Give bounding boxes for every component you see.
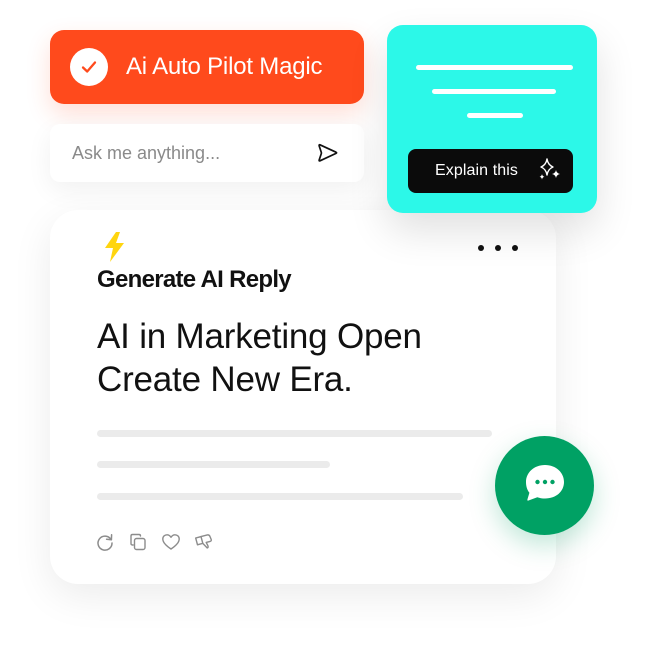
- check-icon: [70, 48, 108, 86]
- more-dot: [478, 245, 484, 251]
- auto-pilot-button[interactable]: Ai Auto Pilot Magic: [50, 30, 364, 104]
- text-line: [467, 113, 523, 118]
- dislike-icon[interactable]: [194, 532, 214, 552]
- ask-input[interactable]: [72, 142, 312, 164]
- reply-title: Generate AI Reply: [97, 266, 292, 293]
- ai-reply-card: Generate AI Reply AI in Marketing Open C…: [50, 210, 556, 584]
- explain-card: Explain this: [387, 25, 597, 213]
- explain-this-label: Explain this: [435, 162, 519, 179]
- regenerate-icon[interactable]: [95, 532, 115, 552]
- placeholder-line: [97, 461, 330, 468]
- placeholder-line: [97, 493, 463, 500]
- auto-pilot-label: Ai Auto Pilot Magic: [126, 53, 323, 80]
- sparkle-icon: [537, 157, 563, 183]
- app-canvas: Ai Auto Pilot Magic Explain this: [0, 0, 647, 661]
- ask-input-box: [50, 124, 364, 182]
- send-icon[interactable]: [312, 137, 344, 169]
- lightning-icon: [98, 230, 132, 264]
- more-dot: [512, 245, 518, 251]
- reply-body: AI in Marketing Open Create New Era.: [97, 317, 422, 399]
- reply-actions: [95, 532, 214, 552]
- chat-bubble-icon: [522, 461, 568, 510]
- text-line: [432, 89, 556, 94]
- more-horizontal-icon[interactable]: [478, 238, 518, 258]
- more-dot: [495, 245, 501, 251]
- explain-this-button[interactable]: Explain this: [408, 149, 573, 193]
- chat-button[interactable]: [495, 436, 594, 535]
- heart-icon[interactable]: [161, 532, 181, 552]
- placeholder-line: [97, 430, 492, 437]
- text-line: [416, 65, 573, 70]
- copy-icon[interactable]: [128, 532, 148, 552]
